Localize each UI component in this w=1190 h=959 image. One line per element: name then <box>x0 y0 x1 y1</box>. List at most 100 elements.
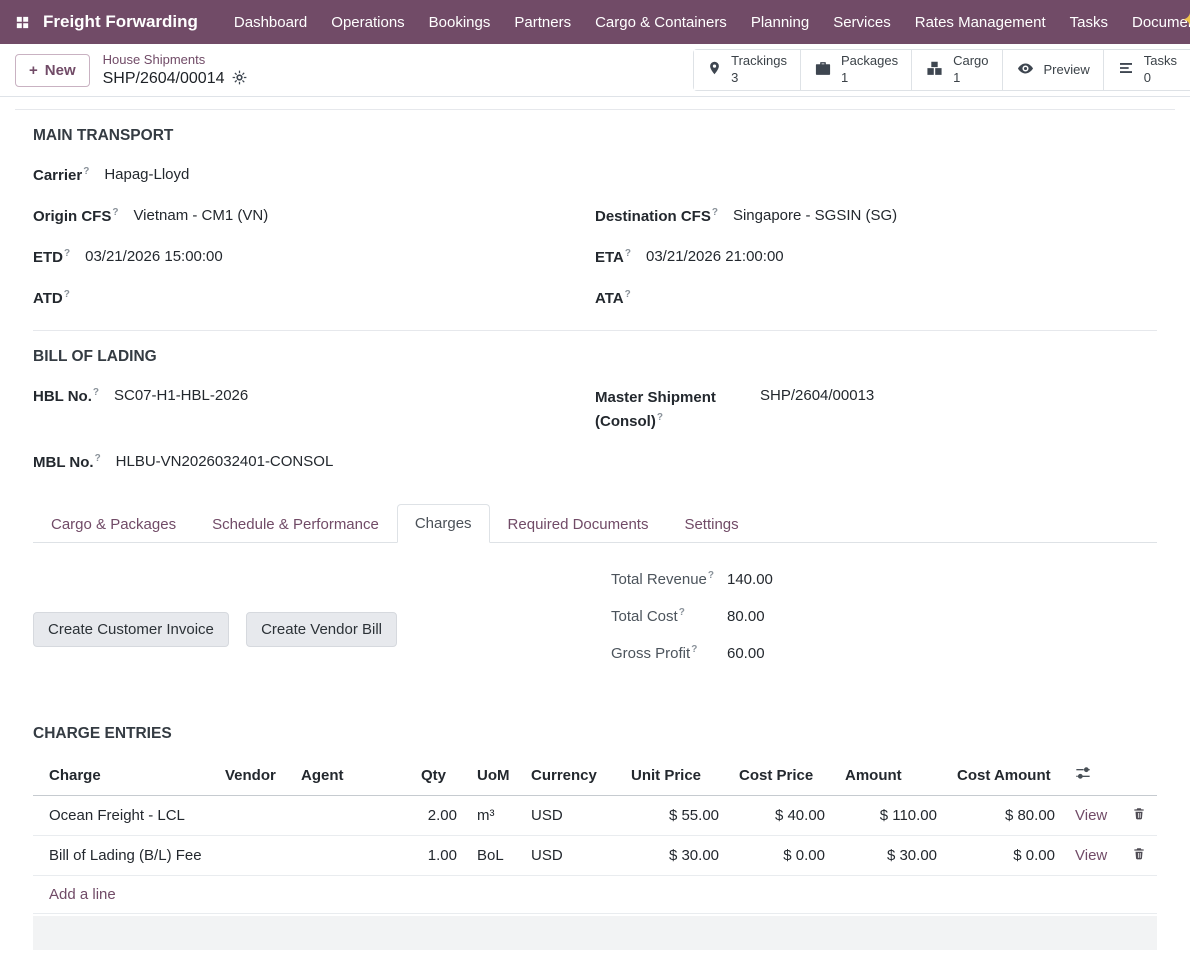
cell-unit-price[interactable]: $ 55.00 <box>621 796 729 836</box>
eye-icon <box>1016 60 1035 81</box>
cell-agent[interactable] <box>291 836 411 876</box>
trash-icon[interactable] <box>1121 836 1157 876</box>
gear-icon[interactable] <box>232 70 247 88</box>
create-vendor-bill-button[interactable]: Create Vendor Bill <box>246 612 397 647</box>
cell-agent[interactable] <box>291 796 411 836</box>
field-value-etd[interactable]: 03/21/2026 15:00:00 <box>85 248 223 265</box>
add-a-line-link[interactable]: Add a line <box>49 886 116 903</box>
help-marker: ? <box>625 248 631 259</box>
cell-cost-amount[interactable]: $ 80.00 <box>947 796 1065 836</box>
nav-item-partners[interactable]: Partners <box>502 1 583 44</box>
tab-schedule-performance[interactable]: Schedule & Performance <box>194 504 397 543</box>
nav-item-rates-management[interactable]: Rates Management <box>903 1 1058 44</box>
cell-unit-price[interactable]: $ 30.00 <box>621 836 729 876</box>
nav-item-bookings[interactable]: Bookings <box>417 1 503 44</box>
cell-cost-price[interactable]: $ 0.00 <box>729 836 835 876</box>
stat-button-trackings[interactable]: Trackings 3 <box>694 50 800 90</box>
field-label-origin-cfs: Origin CFS <box>33 208 111 225</box>
breadcrumb-current: SHP/2604/00014 <box>103 69 225 89</box>
col-currency[interactable]: Currency <box>521 755 621 796</box>
view-link[interactable]: View <box>1075 807 1107 824</box>
col-uom[interactable]: UoM <box>467 755 521 796</box>
app-title[interactable]: Freight Forwarding <box>43 12 198 32</box>
map-pin-icon <box>707 59 722 81</box>
help-marker: ? <box>712 207 718 218</box>
stat-value: 1 <box>841 70 898 87</box>
section-title-main-transport: MAIN TRANSPORT <box>33 127 1157 145</box>
nav-item-dashboard[interactable]: Dashboard <box>222 1 319 44</box>
nav-item-operations[interactable]: Operations <box>319 1 416 44</box>
cell-uom[interactable]: m³ <box>467 796 521 836</box>
help-marker: ? <box>112 207 118 218</box>
field-value-hbl-no[interactable]: SC07-H1-HBL-2026 <box>114 387 248 404</box>
section-title-charge-entries: CHARGE ENTRIES <box>33 725 1157 743</box>
nav-item-services[interactable]: Services <box>821 1 903 44</box>
cell-charge[interactable]: Ocean Freight - LCL <box>33 796 215 836</box>
tab-cargo-packages[interactable]: Cargo & Packages <box>33 504 194 543</box>
field-value-destination-cfs[interactable]: Singapore - SGSIN (SG) <box>733 207 897 224</box>
field-label-eta: ETA <box>595 249 624 266</box>
tab-required-documents[interactable]: Required Documents <box>490 504 667 543</box>
help-marker: ? <box>93 387 99 398</box>
stat-button-preview[interactable]: Preview <box>1002 50 1103 90</box>
field-hbl-no: HBL No.? SC07-H1-HBL-2026 <box>33 387 595 433</box>
field-value-master-shipment[interactable]: SHP/2604/00013 <box>760 387 874 404</box>
create-customer-invoice-button[interactable]: Create Customer Invoice <box>33 612 229 647</box>
field-value-origin-cfs[interactable]: Vietnam - CM1 (VN) <box>133 207 268 224</box>
field-value-mbl-no[interactable]: HLBU-VN2026032401-CONSOL <box>116 453 334 470</box>
cell-qty[interactable]: 2.00 <box>411 796 467 836</box>
field-label-destination-cfs: Destination CFS <box>595 208 711 225</box>
cell-amount[interactable]: $ 110.00 <box>835 796 947 836</box>
cell-cost-price[interactable]: $ 40.00 <box>729 796 835 836</box>
col-unit-price[interactable]: Unit Price <box>621 755 729 796</box>
cell-currency[interactable]: USD <box>521 836 621 876</box>
column-sliders-icon[interactable] <box>1065 755 1157 796</box>
col-amount[interactable]: Amount <box>835 755 947 796</box>
cell-cost-amount[interactable]: $ 0.00 <box>947 836 1065 876</box>
field-label-hbl-no: HBL No. <box>33 388 92 405</box>
notebook-tabs: Cargo & Packages Schedule & Performance … <box>33 504 1157 543</box>
cell-vendor[interactable] <box>215 796 291 836</box>
stat-value: 1 <box>953 70 988 87</box>
tab-settings[interactable]: Settings <box>666 504 756 543</box>
cell-vendor[interactable] <box>215 836 291 876</box>
sparkle-icon[interactable]: ✦ <box>1181 10 1190 31</box>
nav-item-tasks[interactable]: Tasks <box>1058 1 1120 44</box>
stat-button-tasks[interactable]: Tasks 0 <box>1103 50 1190 90</box>
cell-currency[interactable]: USD <box>521 796 621 836</box>
cell-amount[interactable]: $ 30.00 <box>835 836 947 876</box>
col-cost-amount[interactable]: Cost Amount <box>947 755 1065 796</box>
field-ata: ATA? <box>595 289 1157 310</box>
nav-item-cargo-containers[interactable]: Cargo & Containers <box>583 1 739 44</box>
field-origin-cfs: Origin CFS? Vietnam - CM1 (VN) <box>33 207 595 228</box>
gross-profit-value: 60.00 <box>727 645 765 662</box>
field-value-carrier[interactable]: Hapag-Lloyd <box>104 166 189 183</box>
field-value-eta[interactable]: 03/21/2026 21:00:00 <box>646 248 784 265</box>
view-link[interactable]: View <box>1075 847 1107 864</box>
stat-label: Tasks <box>1144 53 1177 70</box>
new-button[interactable]: + New <box>15 54 90 87</box>
col-vendor[interactable]: Vendor <box>215 755 291 796</box>
field-carrier: Carrier? Hapag-Lloyd <box>33 166 595 187</box>
col-cost-price[interactable]: Cost Price <box>729 755 835 796</box>
nav-item-documents[interactable]: Documents <box>1120 1 1190 44</box>
cell-qty[interactable]: 1.00 <box>411 836 467 876</box>
breadcrumb-parent-link[interactable]: House Shipments <box>103 52 206 67</box>
stat-button-packages[interactable]: Packages 1 <box>800 50 911 90</box>
plus-icon: + <box>29 62 38 79</box>
tab-charges[interactable]: Charges <box>397 504 490 543</box>
col-charge[interactable]: Charge <box>33 755 215 796</box>
stat-value: 3 <box>731 70 787 87</box>
form-sheet: MAIN TRANSPORT Carrier? Hapag-Lloyd Orig… <box>15 109 1175 950</box>
col-agent[interactable]: Agent <box>291 755 411 796</box>
cell-uom[interactable]: BoL <box>467 836 521 876</box>
help-marker: ? <box>83 166 89 177</box>
apps-grid-icon[interactable] <box>14 14 31 31</box>
trash-icon[interactable] <box>1121 796 1157 836</box>
nav-item-planning[interactable]: Planning <box>739 1 821 44</box>
cell-charge[interactable]: Bill of Lading (B/L) Fee <box>33 836 215 876</box>
field-master-shipment: Master Shipment (Consol)? SHP/2604/00013 <box>595 387 1157 433</box>
stat-button-cargo[interactable]: Cargo 1 <box>911 50 1001 90</box>
total-cost-label: Total Cost <box>611 608 678 625</box>
col-qty[interactable]: Qty <box>411 755 467 796</box>
